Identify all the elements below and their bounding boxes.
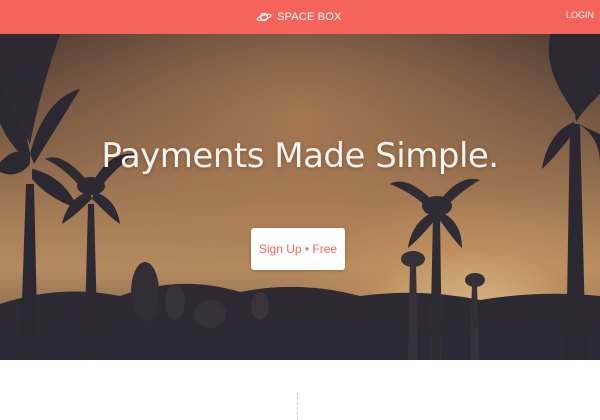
hero-headline: Payments Made Simple. [101, 136, 499, 176]
top-navbar: SPACE BOX LOGIN [0, 0, 600, 34]
login-link[interactable]: LOGIN [566, 10, 594, 20]
section-divider [297, 392, 298, 420]
brand-link[interactable]: SPACE BOX [256, 9, 342, 25]
sign-up-button[interactable]: Sign Up • Free [251, 228, 345, 270]
content-section [0, 360, 600, 420]
planet-icon [256, 12, 272, 22]
sunset-palm-trees-photo [0, 34, 600, 360]
brand-name: SPACE BOX [277, 11, 342, 23]
hero-section: Payments Made Simple. Sign Up • Free [0, 34, 600, 360]
